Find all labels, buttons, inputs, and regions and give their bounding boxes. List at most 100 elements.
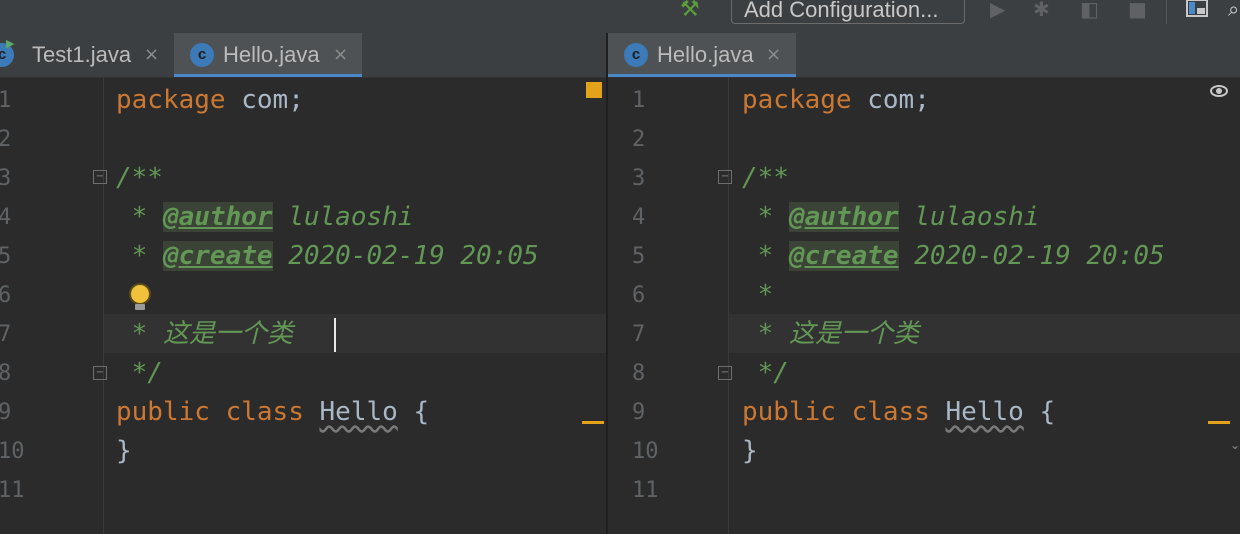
- lightbulb-icon[interactable]: [131, 285, 149, 303]
- code-line: 4 * @author lulaoshi: [0, 198, 413, 237]
- code-line: 10 }: [608, 432, 758, 471]
- line-number: 6: [0, 283, 12, 308]
- code-line: 2: [608, 120, 702, 159]
- code-line: 9 public class Hello {: [0, 393, 429, 432]
- warning-stripe-mark[interactable]: [582, 421, 604, 424]
- code-line: 8 */: [608, 354, 789, 393]
- code-line: 9 public class Hello {: [608, 393, 1055, 432]
- doc-star: *: [116, 241, 163, 271]
- eye-icon[interactable]: [1210, 85, 1228, 97]
- warning-stripe-mark[interactable]: [1208, 421, 1230, 424]
- doc-comment-description: * 这是一个类: [742, 319, 919, 349]
- line-number: 2: [632, 127, 646, 152]
- debug-icon[interactable]: ✱: [1033, 0, 1050, 19]
- line-number: 9: [0, 400, 12, 425]
- code-line: 6: [0, 276, 94, 315]
- line-number: 10: [632, 439, 659, 464]
- coverage-icon[interactable]: ◧: [1080, 0, 1099, 19]
- close-icon[interactable]: ×: [144, 33, 159, 77]
- scroll-down-icon[interactable]: ⌄: [1230, 438, 1240, 452]
- text-caret: [334, 318, 336, 352]
- keyword-public: public: [116, 397, 210, 427]
- doc-author-value: lulaoshi: [898, 202, 1040, 232]
- code-editor[interactable]: 1 package com; 2 3 /** 4 * @author lulao…: [0, 78, 606, 534]
- left-editor-pane: c ▶ Test1.java × c Hello.java × 1 package…: [0, 33, 606, 534]
- doc-tag-author: @author: [162, 202, 273, 232]
- java-class-icon: c ▶: [0, 38, 14, 67]
- tab-test1-java[interactable]: c ▶ Test1.java ×: [0, 33, 172, 77]
- code-line: 5 * @create 2020-02-19 20:05: [608, 237, 1165, 276]
- doc-author-value: lulaoshi: [272, 202, 414, 232]
- line-number: 8: [0, 361, 12, 386]
- right-editor-pane: c Hello.java × 1 package com; 2 3 /** 4 …: [608, 33, 1240, 534]
- line-number: 1: [632, 88, 646, 113]
- run-icon[interactable]: ▶: [990, 0, 1005, 19]
- doc-comment-open: /**: [116, 163, 163, 193]
- package-name: com;: [225, 85, 304, 115]
- hammer-icon[interactable]: ⚒: [680, 0, 700, 21]
- code-line: 3 /**: [0, 159, 163, 198]
- line-number: 9: [632, 400, 646, 425]
- line-number: 3: [0, 166, 12, 191]
- tab-label: Test1.java: [32, 42, 132, 67]
- stop-icon[interactable]: ■: [1128, 0, 1147, 19]
- code-line: 3 /**: [608, 159, 789, 198]
- code-line: 11: [0, 471, 94, 510]
- add-configuration-button[interactable]: Add Configuration...: [731, 0, 965, 24]
- code-line: 2: [0, 120, 94, 159]
- line-number: 2: [0, 127, 12, 152]
- code-line: 1 package com;: [608, 81, 930, 120]
- doc-star: *: [742, 241, 789, 271]
- editor-tab-bar: c Hello.java ×: [608, 33, 1240, 78]
- doc-star: *: [742, 202, 789, 232]
- gutter-separator: [728, 78, 729, 534]
- line-number: 5: [0, 244, 12, 269]
- code-editor[interactable]: 1 package com; 2 3 /** 4 * @author lulao…: [608, 78, 1240, 534]
- doc-comment-close: */: [742, 358, 789, 388]
- line-number: 3: [632, 166, 646, 191]
- keyword-package: package: [742, 85, 852, 115]
- class-name: Hello: [945, 397, 1024, 427]
- code-line: 4 * @author lulaoshi: [608, 198, 1039, 237]
- close-icon[interactable]: ×: [333, 33, 348, 77]
- project-structure-icon[interactable]: [1186, 0, 1210, 18]
- java-class-icon: c: [624, 43, 648, 67]
- doc-tag-create: @create: [162, 241, 273, 271]
- search-icon[interactable]: ⌕: [1228, 0, 1239, 19]
- line-number: 11: [632, 478, 659, 503]
- keyword-package: package: [116, 85, 226, 115]
- toolbar-separator: [1166, 0, 1167, 24]
- doc-create-value: 2020-02-19 20:05: [272, 241, 539, 271]
- line-number: 1: [0, 88, 12, 113]
- code-line: 1 package com;: [0, 81, 304, 120]
- editor-tab-bar: c ▶ Test1.java × c Hello.java ×: [0, 33, 606, 78]
- code-line: 5 * @create 2020-02-19 20:05: [0, 237, 539, 276]
- tab-hello-java[interactable]: c Hello.java ×: [174, 33, 362, 77]
- line-number: 6: [632, 283, 646, 308]
- line-number: 4: [632, 205, 646, 230]
- keyword-public: public: [742, 397, 836, 427]
- fold-toggle-icon[interactable]: −: [93, 366, 107, 380]
- code-line: 8 */: [0, 354, 163, 393]
- line-number: 8: [632, 361, 646, 386]
- code-line: 7 * 这是一个类: [608, 315, 919, 354]
- tab-label: Hello.java: [657, 42, 754, 67]
- doc-comment-description: * 这是一个类: [116, 319, 293, 349]
- run-arrow-icon: ▶: [6, 37, 15, 50]
- open-brace: {: [413, 397, 430, 427]
- warning-indicator-icon[interactable]: [586, 82, 602, 98]
- tab-label: Hello.java: [223, 42, 320, 67]
- tab-hello-java[interactable]: c Hello.java ×: [608, 33, 796, 77]
- line-number: 10: [0, 439, 25, 464]
- doc-tag-create: @create: [788, 241, 899, 271]
- line-number: 4: [0, 205, 12, 230]
- fold-toggle-icon[interactable]: −: [718, 170, 732, 184]
- fold-toggle-icon[interactable]: −: [718, 366, 732, 380]
- class-name: Hello: [319, 397, 398, 427]
- line-number: 11: [0, 478, 25, 503]
- close-icon[interactable]: ×: [766, 33, 781, 77]
- doc-comment-close: */: [116, 358, 163, 388]
- gutter-separator: [103, 78, 104, 534]
- line-number: 7: [632, 322, 646, 347]
- fold-toggle-icon[interactable]: −: [93, 170, 107, 184]
